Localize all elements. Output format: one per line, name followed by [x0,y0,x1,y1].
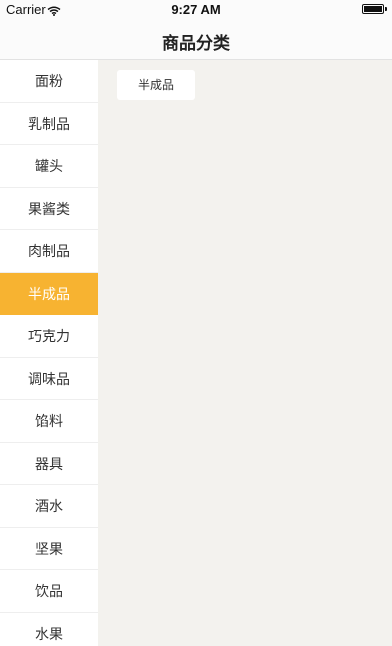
category-item[interactable]: 水果 [0,612,98,646]
category-item[interactable]: 调味品 [0,357,98,400]
category-item[interactable]: 器具 [0,442,98,485]
navigation-bar: 商品分类 [0,20,392,60]
subcategory-panel: 半成品 [98,60,392,646]
subcategory-chip[interactable]: 半成品 [117,70,195,100]
clock: 9:27 AM [171,2,221,17]
page-title: 商品分类 [162,34,230,53]
battery-icon [362,4,387,14]
category-item[interactable]: 面粉 [0,60,98,103]
category-sidebar[interactable]: 面粉 乳制品 罐头 果酱类 肉制品 半成品 巧克力 调味品 馅料 器具 酒水 坚… [0,60,98,646]
category-item[interactable]: 馅料 [0,400,98,443]
category-item[interactable]: 巧克力 [0,315,98,358]
category-item[interactable]: 酒水 [0,485,98,528]
category-item[interactable]: 饮品 [0,570,98,613]
category-item[interactable]: 乳制品 [0,102,98,145]
category-item[interactable]: 肉制品 [0,230,98,273]
category-item[interactable]: 果酱类 [0,187,98,230]
status-bar: Carrier 9:27 AM [0,0,392,20]
category-item-selected[interactable]: 半成品 [0,272,98,315]
category-item[interactable]: 坚果 [0,527,98,570]
category-item[interactable]: 罐头 [0,145,98,188]
